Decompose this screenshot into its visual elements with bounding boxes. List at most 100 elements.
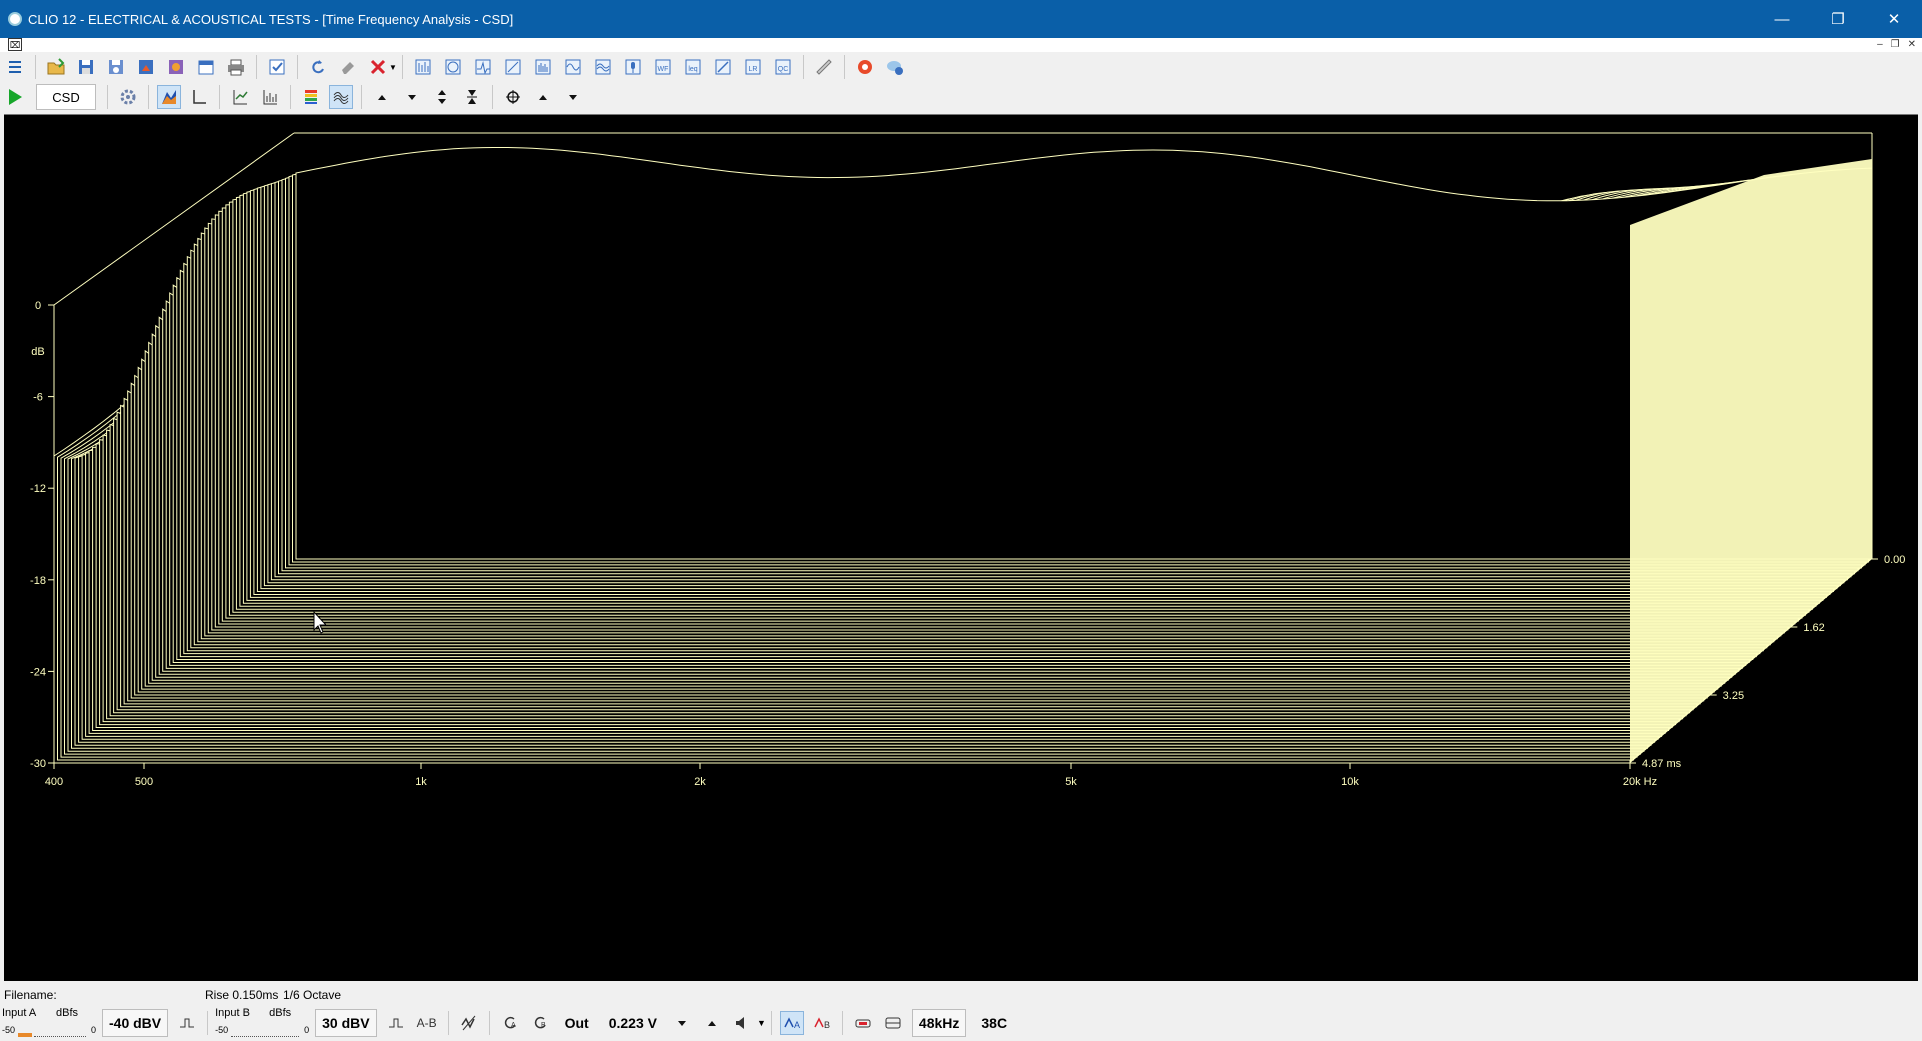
print-icon[interactable] <box>224 55 248 79</box>
svg-text:B: B <box>824 1020 830 1030</box>
speaker-icon[interactable] <box>730 1011 754 1035</box>
eraser-icon[interactable] <box>336 55 360 79</box>
arrow-up-icon[interactable] <box>370 85 394 109</box>
channel-a-icon[interactable]: A <box>779 1010 804 1035</box>
save-all-icon[interactable] <box>104 55 128 79</box>
svg-text:B: B <box>541 1022 546 1029</box>
cursor-up-icon[interactable] <box>531 85 555 109</box>
menu-icon[interactable] <box>3 55 27 79</box>
output-level-down-icon[interactable] <box>670 1011 694 1035</box>
chart-load-icon[interactable] <box>228 85 252 109</box>
undo-icon[interactable] <box>306 55 330 79</box>
save-icon[interactable] <box>74 55 98 79</box>
polar-icon[interactable] <box>441 55 465 79</box>
mdi-close-button[interactable]: ✕ <box>1908 38 1916 51</box>
db-tick-label: -30 <box>30 758 46 770</box>
color-palette-icon[interactable] <box>299 85 323 109</box>
input-a-range[interactable]: -40 dBV <box>102 1008 169 1037</box>
close-button[interactable]: ✕ <box>1866 0 1922 38</box>
db-unit-label: dB <box>31 346 44 358</box>
loop-b-icon[interactable]: B <box>528 1011 552 1035</box>
arrow-down-icon[interactable] <box>400 85 424 109</box>
microphone-icon[interactable] <box>621 55 645 79</box>
axis-icon[interactable] <box>187 85 211 109</box>
db-tick-label: -12 <box>30 483 46 495</box>
input-a-min: -50 <box>2 1024 16 1035</box>
input-a-autorange-icon[interactable] <box>175 1011 199 1035</box>
chart-bars-icon[interactable] <box>258 85 282 109</box>
play-icon[interactable] <box>3 85 27 109</box>
svg-text:LR: LR <box>748 66 757 73</box>
expand-vertical-icon[interactable] <box>430 85 454 109</box>
help-lifebuoy-icon[interactable] <box>853 55 877 79</box>
mdi-restore-button[interactable]: ❐ <box>1891 38 1900 51</box>
hardware-icon[interactable] <box>881 1011 905 1035</box>
phantom-power-icon[interactable] <box>851 1011 875 1035</box>
qc-icon[interactable]: QC <box>771 55 795 79</box>
frequency-tick-label: 5k <box>1065 776 1077 788</box>
delete-dropdown-icon[interactable]: ▼ <box>389 63 397 72</box>
input-b-range[interactable]: 30 dBV <box>315 1008 377 1037</box>
toolbar-separator <box>770 1010 772 1035</box>
window-title: CLIO 12 - ELECTRICAL & ACOUSTICAL TESTS … <box>28 11 514 27</box>
sweep-icon[interactable] <box>501 55 525 79</box>
compress-vertical-icon[interactable] <box>460 85 484 109</box>
csd-view-icon[interactable] <box>157 85 181 109</box>
mdi-controls: – ❐ ✕ <box>1877 38 1916 51</box>
frequency-tick-label: 400 <box>45 776 63 788</box>
channel-b-icon[interactable]: B <box>810 1011 834 1035</box>
waterfall-icon[interactable]: WF <box>651 55 675 79</box>
toolbar-separator <box>290 85 291 109</box>
sample-rate-value[interactable]: 48kHz <box>911 1008 967 1037</box>
export-icon[interactable] <box>134 55 158 79</box>
input-b-scale-ticks <box>231 1035 300 1038</box>
mode-selector[interactable]: CSD <box>36 84 96 110</box>
restore-button[interactable]: ❐ <box>1810 0 1866 38</box>
input-a-meter: Input A dBfs -50 0 <box>0 1007 98 1039</box>
settings-gear-icon[interactable] <box>116 85 140 109</box>
fft-icon[interactable] <box>411 55 435 79</box>
linearity-icon[interactable] <box>711 55 735 79</box>
time-tick-label: 4.87 ms <box>1642 758 1682 770</box>
toolbar-separator <box>447 1010 449 1035</box>
leq-icon[interactable]: leq <box>681 55 705 79</box>
toolbar-separator <box>843 55 845 79</box>
third-octave-icon[interactable] <box>531 55 555 79</box>
db-tick-label: 0 <box>35 300 41 312</box>
output-level-value[interactable]: 0.223 V <box>609 1015 657 1031</box>
csd-waterfall-chart[interactable]: 0 -6 -12 -18 -24 -30 400 500 1k 2k 5k 10k 20k Hz 0.… <box>4 115 1918 981</box>
loop-a-icon[interactable]: A <box>498 1011 522 1035</box>
sinusoidal-icon[interactable] <box>561 55 585 79</box>
multi-meter-icon[interactable] <box>591 55 615 79</box>
toolbar-separator <box>219 85 220 109</box>
csd-plot[interactable]: 0 -6 -12 -18 -24 -30 400 500 1k 2k 5k 10k 20k Hz 0.… <box>4 114 1918 981</box>
delete-icon[interactable] <box>366 55 390 79</box>
invert-polarity-icon[interactable] <box>457 1011 481 1035</box>
calendar-icon[interactable] <box>194 55 218 79</box>
waterfall-lines-icon[interactable] <box>329 85 353 109</box>
online-help-icon[interactable] <box>883 55 907 79</box>
input-b-autorange-icon[interactable] <box>384 1011 408 1035</box>
db-axis: 0 -6 -12 -18 -24 -30 <box>30 300 54 770</box>
image-save-icon[interactable] <box>164 55 188 79</box>
checklist-icon[interactable] <box>265 55 289 79</box>
open-folder-icon[interactable] <box>44 55 68 79</box>
cursor-down-icon[interactable] <box>561 85 585 109</box>
mdi-document-icon[interactable]: ⌧ <box>8 38 22 51</box>
a-minus-b-button[interactable]: A-B <box>417 1016 437 1030</box>
toolbar-separator <box>361 85 362 109</box>
crosshair-icon[interactable] <box>501 85 525 109</box>
time-tick-label: 0.00 <box>1884 554 1905 566</box>
ruler-icon[interactable] <box>812 55 836 79</box>
output-level-up-icon[interactable] <box>700 1011 724 1035</box>
toolbar-separator <box>401 55 403 79</box>
app-icon <box>8 12 22 26</box>
frequency-axis: 400 500 1k 2k 5k 10k 20k Hz <box>45 763 1657 788</box>
toolbar-separator <box>207 1010 209 1035</box>
lr-icon[interactable]: LR <box>741 55 765 79</box>
mdi-minimize-button[interactable]: – <box>1877 38 1883 51</box>
minimize-button[interactable]: — <box>1754 0 1810 38</box>
generator-dropdown-icon[interactable]: ▼ <box>757 1018 766 1028</box>
impulse-icon[interactable] <box>471 55 495 79</box>
time-tick-label: 3.25 <box>1723 690 1744 702</box>
